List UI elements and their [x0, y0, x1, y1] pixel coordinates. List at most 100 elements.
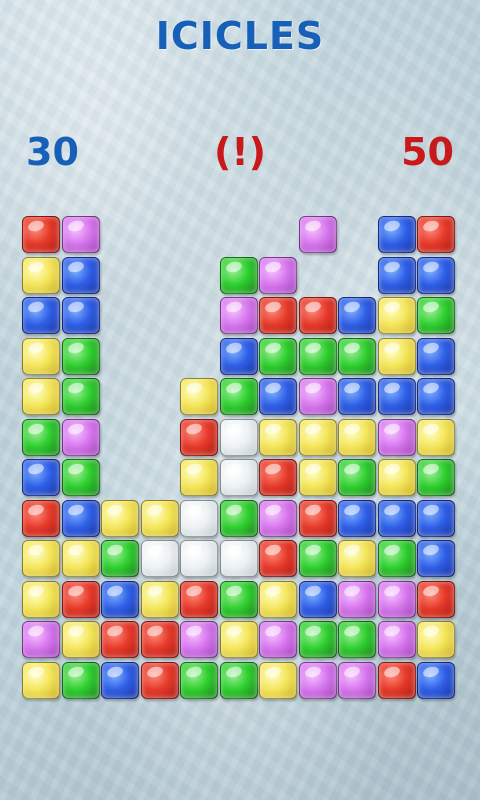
blue-ice-cube[interactable]	[22, 459, 60, 496]
green-ice-cube[interactable]	[338, 621, 376, 658]
red-ice-cube[interactable]	[259, 459, 297, 496]
green-ice-cube[interactable]	[338, 338, 376, 375]
yellow-ice-cube[interactable]	[141, 581, 179, 618]
purple-ice-cube[interactable]	[338, 662, 376, 699]
red-ice-cube[interactable]	[22, 216, 60, 253]
yellow-ice-cube[interactable]	[378, 459, 416, 496]
green-ice-cube[interactable]	[299, 338, 337, 375]
red-ice-cube[interactable]	[417, 216, 455, 253]
blue-ice-cube[interactable]	[299, 581, 337, 618]
red-ice-cube[interactable]	[22, 500, 60, 537]
red-ice-cube[interactable]	[378, 662, 416, 699]
blue-ice-cube[interactable]	[417, 378, 455, 415]
red-ice-cube[interactable]	[299, 500, 337, 537]
blue-ice-cube[interactable]	[62, 500, 100, 537]
blue-ice-cube[interactable]	[417, 257, 455, 294]
green-ice-cube[interactable]	[62, 459, 100, 496]
red-ice-cube[interactable]	[101, 621, 139, 658]
green-ice-cube[interactable]	[378, 540, 416, 577]
yellow-ice-cube[interactable]	[378, 297, 416, 334]
purple-ice-cube[interactable]	[299, 662, 337, 699]
green-ice-cube[interactable]	[259, 338, 297, 375]
blue-ice-cube[interactable]	[22, 297, 60, 334]
green-ice-cube[interactable]	[417, 459, 455, 496]
blue-ice-cube[interactable]	[338, 297, 376, 334]
green-ice-cube[interactable]	[62, 338, 100, 375]
red-ice-cube[interactable]	[259, 297, 297, 334]
green-ice-cube[interactable]	[62, 662, 100, 699]
green-ice-cube[interactable]	[338, 459, 376, 496]
yellow-ice-cube[interactable]	[220, 621, 258, 658]
purple-ice-cube[interactable]	[338, 581, 376, 618]
yellow-ice-cube[interactable]	[299, 419, 337, 456]
yellow-ice-cube[interactable]	[101, 500, 139, 537]
green-ice-cube[interactable]	[299, 621, 337, 658]
green-ice-cube[interactable]	[62, 378, 100, 415]
yellow-ice-cube[interactable]	[22, 540, 60, 577]
red-ice-cube[interactable]	[417, 581, 455, 618]
yellow-ice-cube[interactable]	[62, 621, 100, 658]
blue-ice-cube[interactable]	[417, 540, 455, 577]
blue-ice-cube[interactable]	[417, 338, 455, 375]
blue-ice-cube[interactable]	[101, 581, 139, 618]
white-ice-cube[interactable]	[141, 540, 179, 577]
purple-ice-cube[interactable]	[259, 621, 297, 658]
purple-ice-cube[interactable]	[62, 216, 100, 253]
red-ice-cube[interactable]	[62, 581, 100, 618]
green-ice-cube[interactable]	[220, 378, 258, 415]
yellow-ice-cube[interactable]	[22, 581, 60, 618]
yellow-ice-cube[interactable]	[22, 662, 60, 699]
yellow-ice-cube[interactable]	[417, 419, 455, 456]
yellow-ice-cube[interactable]	[180, 378, 218, 415]
green-ice-cube[interactable]	[220, 581, 258, 618]
white-ice-cube[interactable]	[220, 540, 258, 577]
yellow-ice-cube[interactable]	[259, 581, 297, 618]
blue-ice-cube[interactable]	[220, 338, 258, 375]
red-ice-cube[interactable]	[259, 540, 297, 577]
blue-ice-cube[interactable]	[378, 378, 416, 415]
green-ice-cube[interactable]	[220, 257, 258, 294]
purple-ice-cube[interactable]	[378, 581, 416, 618]
yellow-ice-cube[interactable]	[22, 378, 60, 415]
red-ice-cube[interactable]	[180, 581, 218, 618]
green-ice-cube[interactable]	[299, 540, 337, 577]
purple-ice-cube[interactable]	[259, 257, 297, 294]
red-ice-cube[interactable]	[141, 621, 179, 658]
purple-ice-cube[interactable]	[180, 621, 218, 658]
white-ice-cube[interactable]	[180, 540, 218, 577]
yellow-ice-cube[interactable]	[180, 459, 218, 496]
purple-ice-cube[interactable]	[62, 419, 100, 456]
yellow-ice-cube[interactable]	[338, 540, 376, 577]
yellow-ice-cube[interactable]	[338, 419, 376, 456]
yellow-ice-cube[interactable]	[417, 621, 455, 658]
red-ice-cube[interactable]	[141, 662, 179, 699]
blue-ice-cube[interactable]	[338, 500, 376, 537]
purple-ice-cube[interactable]	[299, 378, 337, 415]
purple-ice-cube[interactable]	[378, 621, 416, 658]
blue-ice-cube[interactable]	[101, 662, 139, 699]
yellow-ice-cube[interactable]	[22, 338, 60, 375]
purple-ice-cube[interactable]	[220, 297, 258, 334]
purple-ice-cube[interactable]	[378, 419, 416, 456]
green-ice-cube[interactable]	[220, 500, 258, 537]
green-ice-cube[interactable]	[417, 297, 455, 334]
green-ice-cube[interactable]	[180, 662, 218, 699]
blue-ice-cube[interactable]	[259, 378, 297, 415]
purple-ice-cube[interactable]	[259, 500, 297, 537]
blue-ice-cube[interactable]	[378, 500, 416, 537]
yellow-ice-cube[interactable]	[259, 419, 297, 456]
purple-ice-cube[interactable]	[22, 621, 60, 658]
blue-ice-cube[interactable]	[417, 500, 455, 537]
blue-ice-cube[interactable]	[417, 662, 455, 699]
yellow-ice-cube[interactable]	[299, 459, 337, 496]
yellow-ice-cube[interactable]	[22, 257, 60, 294]
blue-ice-cube[interactable]	[378, 257, 416, 294]
yellow-ice-cube[interactable]	[141, 500, 179, 537]
green-ice-cube[interactable]	[22, 419, 60, 456]
blue-ice-cube[interactable]	[62, 257, 100, 294]
yellow-ice-cube[interactable]	[378, 338, 416, 375]
blue-ice-cube[interactable]	[378, 216, 416, 253]
yellow-ice-cube[interactable]	[62, 540, 100, 577]
green-ice-cube[interactable]	[101, 540, 139, 577]
purple-ice-cube[interactable]	[299, 216, 337, 253]
